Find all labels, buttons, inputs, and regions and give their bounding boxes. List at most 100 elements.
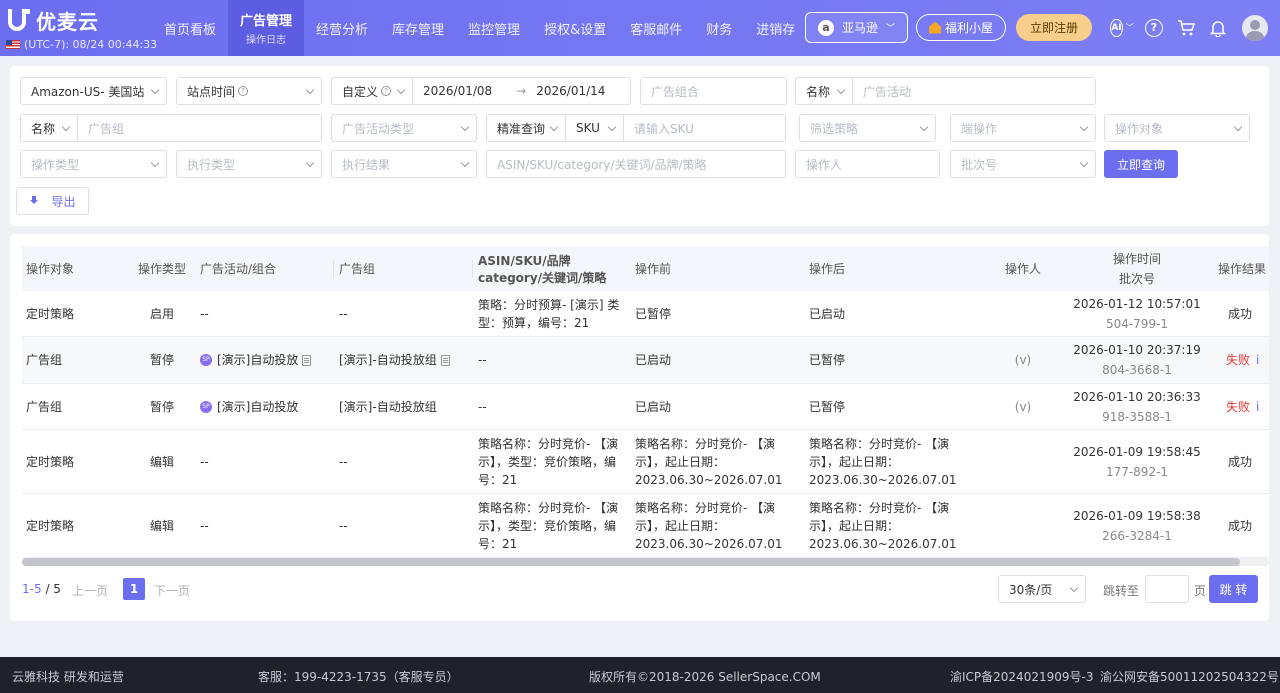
cell-before: 已启动 [635, 353, 672, 367]
next-page-button[interactable]: 下一页 [154, 582, 190, 599]
campaign-field-select[interactable]: 名称 [795, 77, 853, 105]
site-select[interactable]: Amazon-US- 美国站 [20, 77, 167, 105]
nav-monitoring[interactable]: 监控管理 [456, 0, 532, 56]
operator-input[interactable]: 操作人 [795, 150, 940, 178]
notification-button[interactable] [1208, 18, 1228, 38]
nav-purchase-sales[interactable]: 进销存 [744, 0, 807, 56]
date-start[interactable]: 2026/01/08 [423, 84, 492, 98]
amazon-icon: a [817, 19, 834, 36]
platform-select[interactable]: a 亚马逊 ﹀ [804, 12, 908, 43]
nav-finance[interactable]: 财务 [694, 0, 744, 56]
cell-result: 成功 [1228, 454, 1253, 469]
ai-assistant-button[interactable]: AI ﹀ [1110, 18, 1134, 38]
nav-ad-management[interactable]: 广告管理 操作日志 [228, 0, 305, 56]
date-range-picker[interactable]: 2026/01/08 → 2026/01/14 [412, 77, 631, 105]
cell-type: 暂停 [149, 353, 174, 367]
chevron-down-icon [150, 158, 160, 168]
avatar[interactable] [1242, 14, 1268, 41]
cell-target: 定时策略 [26, 454, 75, 469]
target-select[interactable]: 操作对象 [1104, 114, 1250, 142]
page-number-1[interactable]: 1 [123, 578, 145, 600]
sku-field-select[interactable]: SKU [565, 114, 624, 142]
cell-type: 编辑 [149, 518, 174, 533]
chevron-down-icon [549, 122, 559, 132]
scrollbar-thumb[interactable] [22, 558, 1240, 566]
jump-button[interactable]: 跳 转 [1209, 575, 1258, 603]
campaign-link[interactable]: [演示]自动投放 [217, 351, 298, 369]
goto-page-input[interactable] [1145, 575, 1189, 603]
nav-sub-operation-log: 操作日志 [246, 35, 287, 46]
batch-select[interactable]: 批次号 [950, 150, 1096, 178]
logo[interactable]: 优麦云 [8, 6, 99, 35]
footer-service: 客服：199-4223-1735（客服专员） [258, 670, 459, 684]
welfare-button[interactable]: 福利小屋 [915, 14, 1006, 41]
chevron-down-icon [305, 158, 315, 168]
time-type-select[interactable]: 站点时间? [176, 77, 322, 105]
copy-icon[interactable] [440, 354, 450, 366]
footer-icp[interactable]: 渝ICP备2024021909号-3 [950, 668, 1093, 685]
exec-type-select[interactable]: 执行类型 [176, 150, 322, 178]
col-adgroup: 广告组 [339, 246, 473, 291]
chevron-down-icon [607, 122, 617, 132]
register-button[interactable]: 立即注册 [1015, 14, 1092, 41]
sp-icon: SP [200, 400, 212, 413]
terminal-select[interactable]: 端操作 [950, 114, 1096, 142]
nav-inventory[interactable]: 库存管理 [380, 0, 456, 56]
cell-campaign: -- [200, 306, 209, 321]
cell-result: 成功 [1228, 306, 1253, 321]
adgroup-input[interactable]: 广告组 [77, 114, 322, 142]
nav-business-analysis[interactable]: 经营分析 [304, 0, 380, 56]
col-after: 操作后 [809, 262, 846, 276]
export-button[interactable]: 导出 [16, 187, 89, 215]
match-mode-select[interactable]: 精准查询 [486, 114, 566, 142]
cell-target: 广告组 [26, 353, 63, 367]
chevron-down-icon [61, 122, 71, 132]
copy-icon[interactable] [302, 354, 312, 366]
campaign-link[interactable]: [演示]自动投放 [217, 398, 298, 416]
exec-result-select[interactable]: 执行结果 [331, 150, 477, 178]
date-end[interactable]: 2026/01/14 [536, 84, 605, 98]
chevron-down-icon [1079, 122, 1089, 132]
campaign-input[interactable]: 广告活动 [852, 77, 1096, 105]
cell-type: 启用 [149, 306, 174, 321]
adgroup-field-select[interactable]: 名称 [20, 114, 78, 142]
goto-label: 跳转至 [1103, 584, 1140, 598]
col-campaign: 广告活动/组合 [200, 246, 334, 291]
help-button[interactable]: ? [1144, 18, 1164, 38]
info-icon[interactable]: i [1256, 398, 1259, 416]
cell-before: 已暂停 [635, 306, 672, 321]
cell-campaign: SP [演示]自动投放 [200, 384, 334, 429]
keyword-search-input[interactable]: ASIN/SKU/category/关键词/品牌/策略 [486, 150, 786, 178]
op-type-select[interactable]: 操作类型 [20, 150, 167, 178]
strategy-select[interactable]: 筛选策略 [799, 114, 936, 142]
cell-operator [988, 291, 1058, 336]
download-icon [29, 196, 39, 206]
nav-auth-settings[interactable]: 授权&设置 [532, 0, 618, 56]
adgroup-link[interactable]: [演示]-自动投放组 [339, 351, 437, 369]
horizontal-scrollbar[interactable] [22, 558, 1269, 566]
prev-page-button[interactable]: 上一页 [72, 582, 108, 599]
nav-service-mail[interactable]: 客服邮件 [618, 0, 694, 56]
query-button[interactable]: 立即查询 [1104, 150, 1178, 178]
cell-target: 定时策略 [26, 306, 75, 321]
table-row: 定时策略 启用 -- -- 策略：分时预算- [演示] 类型：预算，编号：21 … [22, 291, 1269, 337]
cart-button[interactable] [1176, 18, 1196, 38]
cell-campaign: -- [200, 518, 209, 533]
cell-before: 已启动 [635, 399, 672, 414]
cell-time: 2026-01-10 20:37:19 804-3668-1 [1073, 343, 1201, 377]
footer-police[interactable]: 渝公网安备50011202504322号 [1100, 668, 1279, 685]
chevron-down-icon: ﹀ [1125, 23, 1134, 32]
adgroup-link[interactable]: [演示]-自动投放组 [339, 398, 437, 416]
campaign-type-select[interactable]: 广告活动类型 [331, 114, 477, 142]
range-mode-select[interactable]: 自定义? [331, 77, 413, 105]
page-size-select[interactable]: 30条/页 [998, 575, 1086, 603]
cell-asin: -- [478, 353, 487, 367]
campaign-group-input[interactable]: 广告组合 [640, 77, 787, 105]
info-icon[interactable]: i [1256, 351, 1259, 369]
nav-dashboard[interactable]: 首页看板 [152, 0, 228, 56]
chevron-down-icon [460, 158, 470, 168]
operation-log-table: 操作对象 操作类型 广告活动/组合 广告组 ASIN/SKU/品牌 categor… [22, 246, 1269, 560]
sp-icon: SP [200, 354, 212, 366]
sku-input[interactable]: 请输入SKU [623, 114, 786, 142]
cell-operator [988, 430, 1058, 493]
